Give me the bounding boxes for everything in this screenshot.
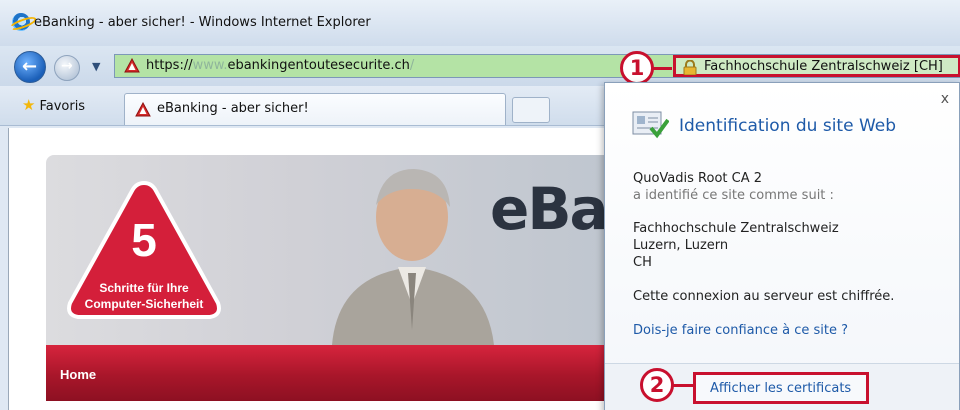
url-subdomain: www. [192, 58, 228, 73]
annotation-connector-2 [672, 384, 694, 387]
view-certificates-label: Afficher les certificats [710, 381, 852, 396]
warning-icon [135, 102, 151, 117]
forward-arrow-icon: → [61, 58, 73, 74]
url-domain: ebankingentoutesecurite.ch [227, 58, 410, 73]
ebanking-logo: eBa [490, 175, 609, 243]
address-bar[interactable]: https://www.ebankingentoutesecurite.ch/ … [114, 54, 960, 78]
hero-banner: eBa 5 Schritte für Ihre Computer-Sicherh… [46, 155, 612, 345]
security-report-button[interactable]: Fachhochschule Zentralschweiz [CH] [673, 55, 960, 77]
back-button[interactable]: ← [14, 51, 46, 83]
url-scheme: https:// [146, 58, 193, 73]
organization-location: Luzern, Luzern [633, 238, 729, 253]
businessman-photo [332, 169, 494, 345]
close-icon[interactable]: x [941, 91, 949, 107]
history-dropdown-icon[interactable]: ▼ [92, 60, 100, 73]
issuer-note: a identifié ce site comme suit : [633, 188, 834, 203]
nav-home-link[interactable]: Home [60, 367, 96, 382]
forward-button[interactable]: → [54, 55, 80, 81]
ie-logo-icon [12, 13, 30, 31]
padlock-icon [683, 60, 697, 75]
certificate-identity-label: Fachhochschule Zentralschweiz [CH] [704, 59, 943, 74]
badge-line-1: Schritte für Ihre [99, 281, 189, 295]
badge-line-2: Computer-Sicherheit [84, 297, 204, 311]
annotation-marker-2: 2 [640, 368, 674, 402]
issuer-name: QuoVadis Root CA 2 [633, 171, 763, 186]
site-identification-popup: x Identification du site Web QuoVadis Ro… [604, 82, 960, 410]
badge-number: 5 [131, 214, 157, 266]
new-tab-button[interactable] [512, 97, 550, 123]
trust-help-link[interactable]: Dois-je faire confiance à ce site ? [633, 323, 848, 338]
organization-country: CH [633, 255, 652, 270]
view-certificates-button[interactable]: Afficher les certificats [693, 372, 869, 404]
window-title: eBanking - aber sicher! - Windows Intern… [34, 15, 371, 30]
star-icon: ★ [22, 96, 36, 114]
encryption-status: Cette connexion au serveur est chiffrée. [633, 289, 895, 304]
popup-title: Identification du site Web [679, 116, 897, 136]
tab-label: eBanking - aber sicher! [157, 101, 309, 116]
favorites-label: Favoris [39, 99, 86, 114]
site-identification-icon [632, 111, 669, 139]
favorites-button[interactable]: ★ Favoris [22, 96, 85, 114]
tab-ebanking[interactable]: eBanking - aber sicher! [124, 93, 506, 125]
annotation-marker-1: 1 [620, 51, 654, 85]
browser-window: eBanking - aber sicher! - Windows Intern… [0, 0, 960, 410]
url-path: / [409, 58, 415, 73]
back-arrow-icon: ← [22, 56, 38, 77]
organization-name: Fachhochschule Zentralschweiz [633, 221, 839, 236]
warning-icon [124, 58, 140, 73]
url-text[interactable]: https://www.ebankingentoutesecurite.ch/ [146, 58, 414, 73]
title-bar: eBanking - aber sicher! - Windows Intern… [0, 0, 960, 46]
site-navigation: Home [46, 345, 612, 401]
annotation-connector-1 [652, 67, 672, 70]
